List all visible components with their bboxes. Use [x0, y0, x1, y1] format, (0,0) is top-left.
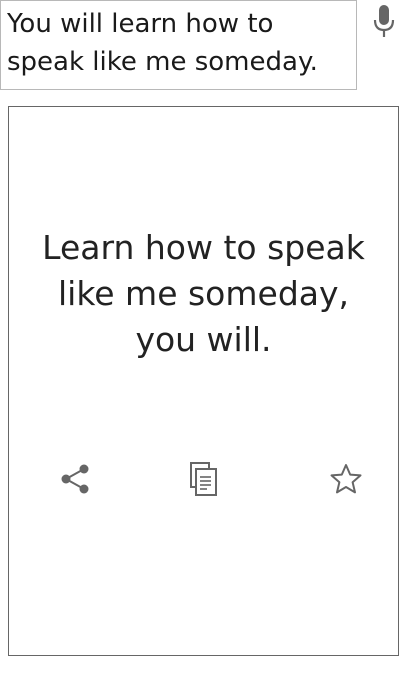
source-text-input[interactable]: You will learn how to speak like me some… [0, 0, 357, 90]
translated-text: Learn how to speak like me someday, you … [42, 228, 365, 359]
share-button[interactable] [55, 461, 95, 501]
microphone-icon [372, 4, 396, 44]
card-actions [9, 461, 398, 501]
copy-button[interactable] [184, 461, 224, 501]
copy-icon [189, 461, 219, 501]
app-root: You will learn how to speak like me some… [0, 0, 412, 690]
share-icon [58, 462, 92, 500]
translation-card: Learn how to speak like me someday, you … [8, 106, 399, 656]
favorite-button[interactable] [326, 461, 366, 501]
microphone-button[interactable] [366, 4, 402, 44]
source-text: You will learn how to speak like me some… [7, 9, 318, 77]
star-icon [329, 462, 363, 500]
